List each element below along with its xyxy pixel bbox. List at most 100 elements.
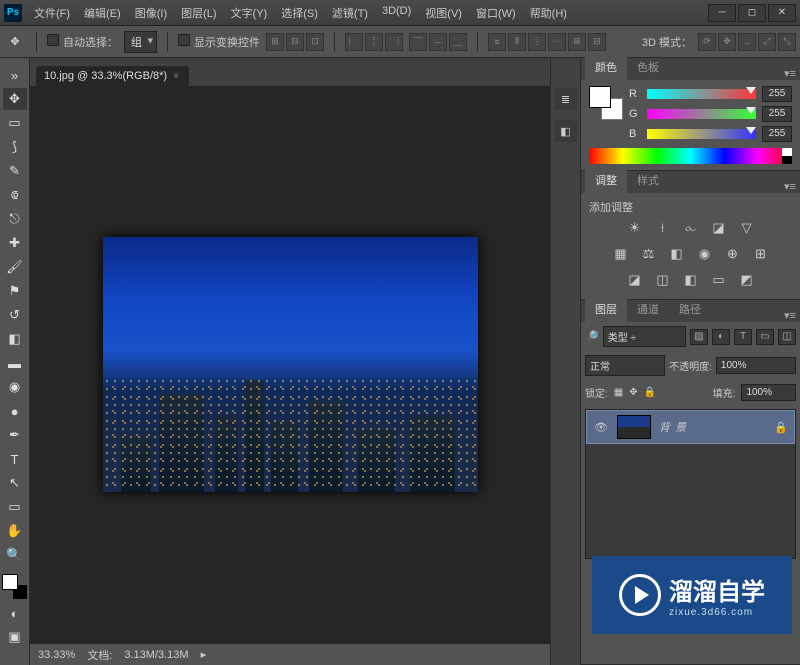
hand-tool[interactable]: ✋ — [3, 520, 27, 542]
gradient-map-icon[interactable]: ▭ — [709, 271, 729, 289]
menu-help[interactable]: 帮助(H) — [524, 2, 573, 24]
distribute-icon[interactable]: ⊞ — [568, 33, 586, 51]
eraser-tool[interactable]: ◧ — [3, 328, 27, 350]
3d-pan-icon[interactable]: ✥ — [718, 33, 736, 51]
canvas-viewport[interactable] — [30, 86, 550, 643]
spectrum-ramp[interactable] — [589, 148, 792, 164]
blend-mode-dropdown[interactable]: 正常 — [585, 355, 665, 376]
zoom-level[interactable]: 33.33% — [38, 649, 75, 661]
minimize-button[interactable]: ─ — [708, 4, 736, 22]
curves-icon[interactable]: ⧜ — [681, 219, 701, 237]
threshold-icon[interactable]: ◧ — [681, 271, 701, 289]
exposure-icon[interactable]: ◪ — [709, 219, 729, 237]
eyedropper-tool[interactable]: ⎋ — [3, 208, 27, 230]
quickmask-tool[interactable]: ◐ — [3, 602, 27, 624]
3d-dolly-icon[interactable]: ↔ — [738, 33, 756, 51]
filter-pixel-icon[interactable]: ▧ — [690, 329, 708, 345]
align-bottom-icon[interactable]: ⎽ — [449, 33, 467, 51]
layers-tab[interactable]: 图层 — [585, 298, 627, 322]
distribute-icon[interactable]: ⋮ — [528, 33, 546, 51]
path-select-tool[interactable]: ↖ — [3, 472, 27, 494]
close-tab-icon[interactable]: × — [173, 71, 179, 82]
panel-menu-icon[interactable]: ▾≡ — [780, 180, 800, 193]
align-icon[interactable]: ⊞ — [266, 33, 284, 51]
fg-color-swatch[interactable] — [2, 574, 18, 590]
align-left-icon[interactable]: ⎸ — [345, 33, 363, 51]
lock-position-icon[interactable]: ✥ — [629, 387, 637, 398]
g-slider[interactable] — [647, 109, 756, 119]
crop-tool[interactable]: ⟃ — [3, 184, 27, 206]
menu-3d[interactable]: 3D(D) — [376, 2, 417, 24]
blur-tool[interactable]: ◉ — [3, 376, 27, 398]
photo-filter-icon[interactable]: ◉ — [695, 245, 715, 263]
auto-select-checkbox[interactable]: 自动选择： — [47, 34, 118, 50]
distribute-icon[interactable]: ⦀ — [508, 33, 526, 51]
menu-file[interactable]: 文件(F) — [28, 2, 76, 24]
filter-smart-icon[interactable]: ◫ — [778, 329, 796, 345]
document-tab[interactable]: 10.jpg @ 33.3%(RGB/8*) × — [36, 66, 189, 86]
fg-bg-swatch[interactable] — [2, 574, 28, 600]
align-icon[interactable]: ⊟ — [286, 33, 304, 51]
show-transform-checkbox[interactable]: 显示变换控件 — [178, 34, 260, 50]
selective-color-icon[interactable]: ◩ — [737, 271, 757, 289]
styles-tab[interactable]: 样式 — [627, 169, 669, 193]
r-value-input[interactable]: 255 — [762, 86, 792, 102]
filter-type-icon[interactable]: T — [734, 329, 752, 345]
history-brush-tool[interactable]: ↺ — [3, 304, 27, 326]
close-button[interactable]: ✕ — [768, 4, 796, 22]
align-center-icon[interactable]: ╎ — [365, 33, 383, 51]
maximize-button[interactable]: ◻ — [738, 4, 766, 22]
panel-menu-icon[interactable]: ▾≡ — [780, 309, 800, 322]
menu-image[interactable]: 图像(I) — [129, 2, 173, 24]
layer-row[interactable]: 👁 背 景 🔒 — [586, 410, 795, 444]
g-value-input[interactable]: 255 — [762, 106, 792, 122]
distribute-icon[interactable]: ≡ — [488, 33, 506, 51]
paths-tab[interactable]: 路径 — [669, 298, 711, 322]
panel-menu-icon[interactable]: ▾≡ — [780, 67, 800, 80]
bw-icon[interactable]: ◧ — [667, 245, 687, 263]
move-tool[interactable]: ✥ — [3, 88, 27, 110]
invert-icon[interactable]: ◪ — [625, 271, 645, 289]
stamp-tool[interactable]: ⚑ — [3, 280, 27, 302]
properties-panel-icon[interactable]: ◧ — [555, 120, 577, 142]
search-icon[interactable]: 🔎 — [585, 330, 599, 343]
align-top-icon[interactable]: ⎺ — [409, 33, 427, 51]
zoom-tool[interactable]: 🔍 — [3, 544, 27, 566]
align-right-icon[interactable]: ⎹ — [385, 33, 403, 51]
brush-tool[interactable]: 🖌 — [3, 256, 27, 278]
layer-name[interactable]: 背 景 — [659, 419, 766, 435]
menu-view[interactable]: 视图(V) — [419, 2, 468, 24]
swatches-tab[interactable]: 色板 — [627, 56, 669, 80]
gradient-tool[interactable]: ▬ — [3, 352, 27, 374]
quick-select-tool[interactable]: ✎ — [3, 160, 27, 182]
distribute-icon[interactable]: ⊟ — [588, 33, 606, 51]
hue-icon[interactable]: ▦ — [611, 245, 631, 263]
distribute-icon[interactable]: ⋯ — [548, 33, 566, 51]
channel-mixer-icon[interactable]: ⊕ — [723, 245, 743, 263]
layer-thumbnail[interactable] — [617, 415, 651, 439]
type-tool[interactable]: T — [3, 448, 27, 470]
color-tab[interactable]: 颜色 — [585, 56, 627, 80]
align-mid-icon[interactable]: ─ — [429, 33, 447, 51]
balance-icon[interactable]: ⚖ — [639, 245, 659, 263]
3d-scale-icon[interactable]: ⤡ — [778, 33, 796, 51]
color-lookup-icon[interactable]: ⊞ — [751, 245, 771, 263]
visibility-toggle-icon[interactable]: 👁 — [593, 421, 609, 434]
filter-adjust-icon[interactable]: ◐ — [712, 329, 730, 345]
3d-zoom-icon[interactable]: ⤢ — [758, 33, 776, 51]
menu-edit[interactable]: 编辑(E) — [78, 2, 127, 24]
history-panel-icon[interactable]: ≣ — [555, 88, 577, 110]
filter-shape-icon[interactable]: ▭ — [756, 329, 774, 345]
levels-icon[interactable]: ⟊ — [653, 219, 673, 237]
dodge-tool[interactable]: ● — [3, 400, 27, 422]
menu-window[interactable]: 窗口(W) — [470, 2, 522, 24]
b-value-input[interactable]: 255 — [762, 126, 792, 142]
menu-select[interactable]: 选择(S) — [275, 2, 324, 24]
align-icon[interactable]: ⊡ — [306, 33, 324, 51]
fill-input[interactable]: 100% — [741, 384, 796, 401]
3d-orbit-icon[interactable]: ⟳ — [698, 33, 716, 51]
marquee-tool[interactable]: ▭ — [3, 112, 27, 134]
brightness-icon[interactable]: ☀ — [625, 219, 645, 237]
menu-type[interactable]: 文字(Y) — [225, 2, 274, 24]
r-slider[interactable] — [647, 89, 756, 99]
